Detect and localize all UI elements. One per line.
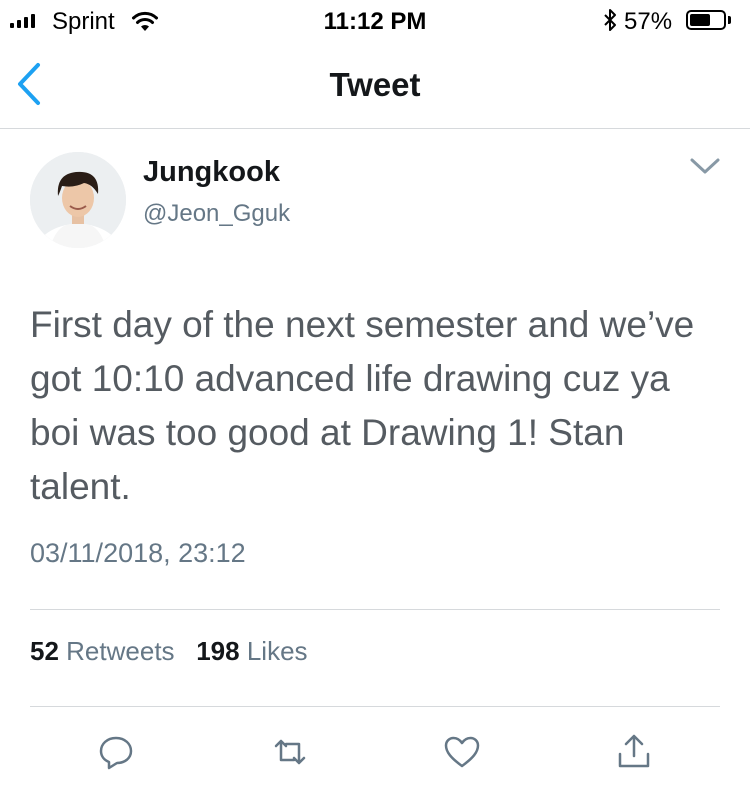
author-handle[interactable]: @Jeon_Gguk: [143, 200, 290, 228]
status-bar: Sprint 11:12 PM 57%: [0, 0, 750, 42]
tweet-stats: 52 Retweets 198 Likes: [30, 636, 308, 667]
more-options-button[interactable]: [689, 156, 721, 176]
like-button[interactable]: [442, 732, 482, 772]
tweet-text: First day of the next semester and we’ve…: [30, 304, 695, 507]
battery-icon: [686, 10, 726, 30]
battery-tip: [728, 16, 731, 24]
tweet-timestamp: 03/11/2018, 23:12: [30, 538, 246, 568]
likes-link[interactable]: 198 Likes: [196, 636, 307, 666]
divider: [30, 706, 720, 707]
battery-percentage: 57%: [624, 8, 673, 35]
retweet-label: Retweets: [66, 636, 175, 666]
navigation-bar: Tweet: [0, 42, 750, 129]
divider: [30, 609, 720, 610]
like-label: Likes: [246, 636, 308, 666]
share-button[interactable]: [614, 732, 654, 772]
share-icon: [618, 734, 650, 768]
author-name[interactable]: Jungkook: [143, 156, 280, 189]
chevron-down-icon: [690, 158, 720, 174]
page-title: Tweet: [329, 66, 421, 103]
retweets-link[interactable]: 52 Retweets: [30, 636, 175, 666]
like-icon: [444, 736, 480, 768]
retweet-icon: [274, 739, 306, 765]
avatar[interactable]: [30, 152, 126, 248]
reply-button[interactable]: [96, 732, 136, 772]
bluetooth-icon: [603, 8, 617, 32]
retweet-button[interactable]: [270, 732, 310, 772]
reply-icon: [99, 736, 133, 770]
like-count: 198: [196, 636, 240, 666]
retweet-count: 52: [30, 636, 59, 666]
